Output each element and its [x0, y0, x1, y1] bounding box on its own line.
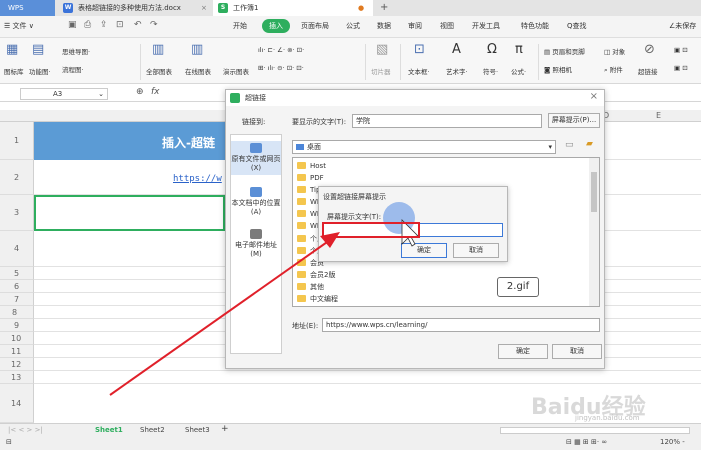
arrow-line [109, 239, 331, 396]
watermark-url: jingyan.baidu.com [575, 414, 640, 422]
gif-badge: 2.gif [497, 277, 539, 297]
highlight-box [322, 222, 420, 238]
